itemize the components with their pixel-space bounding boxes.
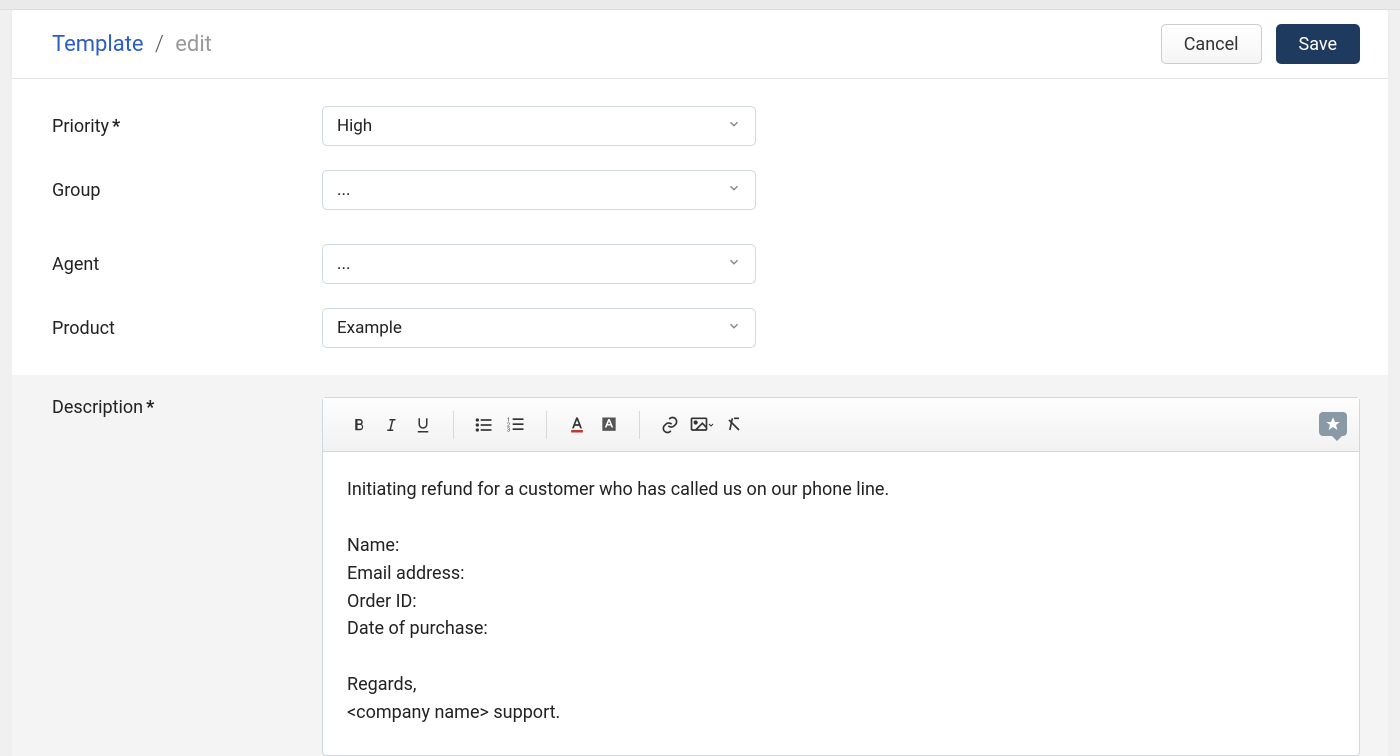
unordered-list-icon[interactable]	[468, 409, 500, 441]
editor-toolbar: 123	[323, 398, 1359, 452]
field-row-product: Product Example	[12, 301, 1388, 375]
priority-value: High	[337, 116, 372, 136]
save-button[interactable]: Save	[1276, 24, 1361, 64]
clear-formatting-icon[interactable]	[718, 409, 750, 441]
field-row-agent: Agent ...	[12, 227, 1388, 301]
product-select[interactable]: Example	[322, 308, 756, 348]
chevron-down-icon	[727, 254, 741, 274]
rich-text-editor: 123	[322, 397, 1360, 756]
group-select[interactable]: ...	[322, 170, 756, 210]
product-value: Example	[337, 318, 402, 338]
breadcrumb: Template / edit	[52, 32, 212, 57]
svg-text:3: 3	[507, 427, 510, 433]
cancel-button[interactable]: Cancel	[1161, 24, 1262, 64]
toolbar-separator	[639, 411, 640, 439]
agent-value: ...	[337, 254, 350, 274]
product-label: Product	[52, 318, 322, 339]
field-row-priority: Priority* High	[12, 79, 1388, 153]
header-actions: Cancel Save	[1161, 24, 1360, 64]
agent-label: Agent	[52, 254, 322, 275]
bold-icon[interactable]	[343, 409, 375, 441]
breadcrumb-leaf: edit	[175, 32, 212, 57]
image-icon[interactable]	[686, 409, 718, 441]
text-color-icon[interactable]	[561, 409, 593, 441]
link-icon[interactable]	[654, 409, 686, 441]
toolbar-group-insert	[646, 409, 758, 441]
ordered-list-icon[interactable]: 123	[500, 409, 532, 441]
page-header: Template / edit Cancel Save	[12, 10, 1388, 79]
agent-select[interactable]: ...	[322, 244, 756, 284]
chevron-down-icon	[727, 318, 741, 338]
field-row-group: Group ...	[12, 153, 1388, 227]
window-top-strip	[0, 0, 1400, 10]
group-value: ...	[337, 180, 350, 200]
toolbar-group-text	[335, 409, 447, 441]
toolbar-group-lists: 123	[460, 409, 540, 441]
toolbar-group-color	[553, 409, 633, 441]
breadcrumb-root[interactable]: Template	[52, 32, 144, 57]
insert-placeholder-icon[interactable]	[1319, 412, 1347, 436]
priority-select[interactable]: High	[322, 106, 756, 146]
toolbar-separator	[546, 411, 547, 439]
field-row-description: Description*	[12, 375, 1388, 756]
priority-label: Priority*	[52, 116, 322, 137]
description-label: Description*	[52, 397, 322, 418]
underline-icon[interactable]	[407, 409, 439, 441]
breadcrumb-separator: /	[155, 32, 164, 57]
required-indicator: *	[112, 116, 120, 137]
required-indicator: *	[146, 397, 154, 418]
chevron-down-icon	[727, 180, 741, 200]
chevron-down-icon	[727, 116, 741, 136]
text-highlight-icon[interactable]	[593, 409, 625, 441]
group-label: Group	[52, 180, 322, 201]
italic-icon[interactable]	[375, 409, 407, 441]
toolbar-separator	[453, 411, 454, 439]
description-textarea[interactable]: Initiating refund for a customer who has…	[323, 452, 1359, 755]
form-body: Priority* High Group ... Agent ...	[12, 79, 1388, 756]
